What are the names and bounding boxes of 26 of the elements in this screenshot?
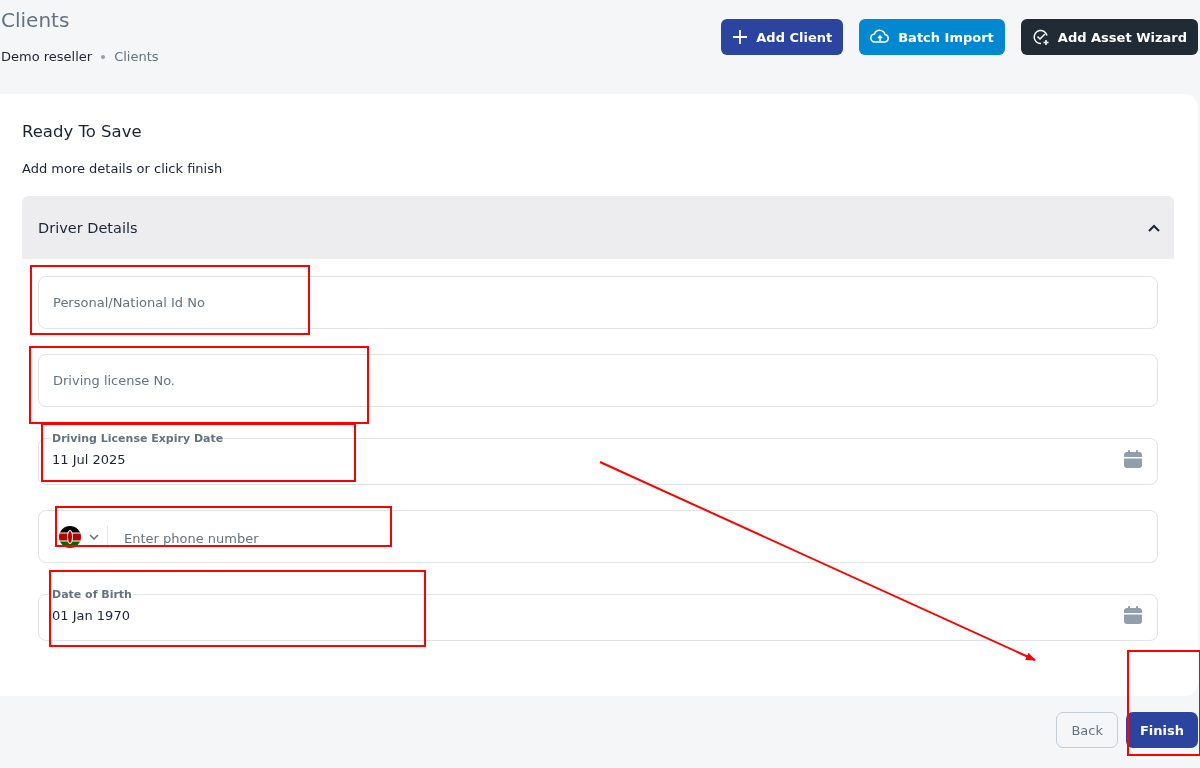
caret-icon [89,533,99,540]
breadcrumb-link[interactable]: Clients [114,49,159,64]
card-title: Ready To Save [22,121,143,143]
finish-button[interactable]: Finish [1125,712,1198,748]
plus-icon [732,29,749,45]
check-plus-icon [1031,28,1050,46]
date-field[interactable]: Date of Birth 01 Jan 1970 [38,588,1158,641]
section-header[interactable]: Driver Details [22,196,1174,259]
action-button[interactable]: Add Asset Wizard [1020,19,1198,55]
separator-dot [101,54,106,59]
flag-icon [59,525,81,548]
text-input[interactable]: Driving license No. [38,354,1158,407]
back-button[interactable]: Back [1056,712,1118,748]
breadcrumb-link[interactable]: Demo reseller [1,49,93,64]
text-input[interactable]: Personal/National Id No [38,276,1158,329]
card-subtitle: Add more details or click finish [22,161,224,177]
cloud-upload-icon [870,29,891,45]
phone-field[interactable]: Enter phone number [38,510,1158,563]
calendar-icon[interactable] [1123,605,1143,625]
country-selector[interactable] [59,525,108,548]
calendar-icon[interactable] [1123,449,1143,469]
date-field[interactable]: Driving License Expiry Date 11 Jul 2025 [38,432,1158,485]
action-button[interactable]: Batch Import [859,19,1005,55]
chevron-icon [1148,223,1160,232]
action-button[interactable]: Add Client [721,19,844,55]
page-title: Clients [1,7,71,33]
